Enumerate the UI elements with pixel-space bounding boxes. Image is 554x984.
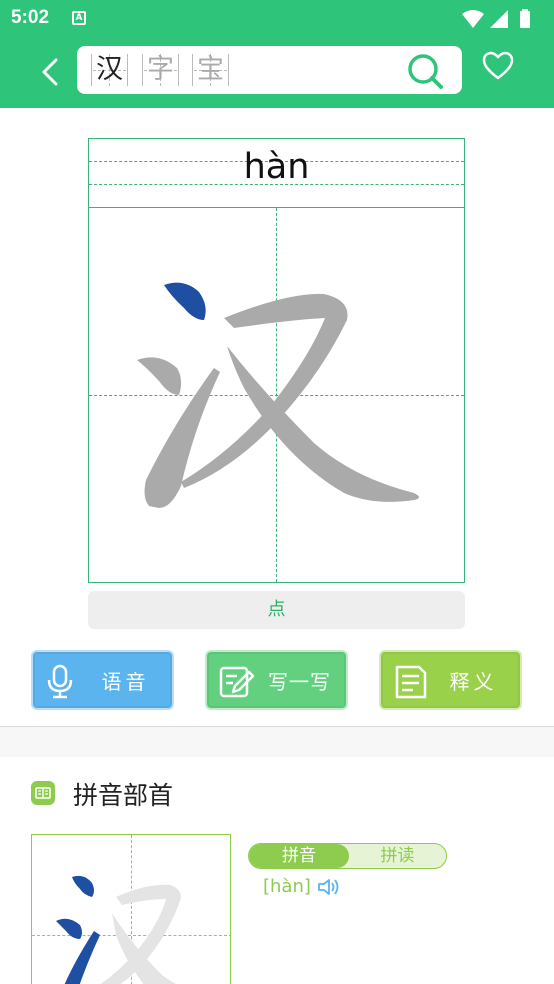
stroke-rise bbox=[144, 368, 220, 508]
tab-pinyin[interactable]: 拼音 bbox=[249, 844, 349, 868]
section-gap bbox=[0, 727, 554, 757]
battery-icon bbox=[520, 11, 530, 28]
character-board: hàn bbox=[88, 138, 465, 583]
pinyin-segmented-control: 拼音 拼读 bbox=[248, 843, 447, 869]
search-char-2: 字 bbox=[142, 52, 179, 88]
tab-spelling[interactable]: 拼读 bbox=[349, 844, 446, 868]
character-strokes bbox=[137, 282, 419, 508]
back-button[interactable] bbox=[34, 52, 70, 92]
stroke-dot-1 bbox=[164, 282, 206, 320]
status-bar: 5:02 A bbox=[0, 0, 554, 36]
current-stroke-label: 点 bbox=[88, 591, 465, 629]
signal-icon bbox=[490, 10, 508, 28]
search-icon[interactable] bbox=[406, 52, 446, 94]
status-time: 5:02 bbox=[11, 7, 50, 28]
heart-icon bbox=[482, 51, 514, 80]
speaker-icon[interactable] bbox=[317, 877, 341, 901]
favorite-button[interactable] bbox=[482, 51, 514, 85]
write-button[interactable]: 写一写 bbox=[205, 650, 348, 710]
system-icons bbox=[460, 8, 544, 34]
stroke-dot-2 bbox=[137, 357, 182, 395]
chevron-left-icon bbox=[42, 58, 58, 86]
search-char-3: 宝 bbox=[192, 52, 229, 88]
search-char-1: 汉 bbox=[91, 52, 128, 88]
write-button-label: 写一写 bbox=[268, 670, 331, 694]
write-icon bbox=[219, 664, 255, 705]
pinyin-text: hàn bbox=[243, 147, 310, 187]
book-icon bbox=[31, 781, 55, 805]
top-bar: 汉 字 宝 bbox=[0, 36, 554, 108]
radical-board bbox=[31, 834, 231, 984]
voice-button[interactable]: 语音 bbox=[31, 650, 174, 710]
pinyin-zone: hàn bbox=[89, 139, 464, 208]
pinyin-reading: [hàn] bbox=[263, 876, 311, 897]
microphone-icon bbox=[45, 664, 75, 705]
section-title: 拼音部首 bbox=[73, 781, 174, 810]
voice-button-label: 语音 bbox=[101, 670, 150, 694]
wifi-icon bbox=[462, 10, 484, 28]
meaning-button[interactable]: 释义 bbox=[379, 650, 522, 710]
character-area[interactable] bbox=[89, 208, 464, 582]
radical-strokes bbox=[56, 875, 181, 984]
meaning-button-label: 释义 bbox=[449, 670, 498, 694]
document-icon bbox=[393, 664, 429, 705]
search-box[interactable]: 汉 字 宝 bbox=[77, 46, 462, 94]
notification-icon: A bbox=[72, 11, 86, 25]
